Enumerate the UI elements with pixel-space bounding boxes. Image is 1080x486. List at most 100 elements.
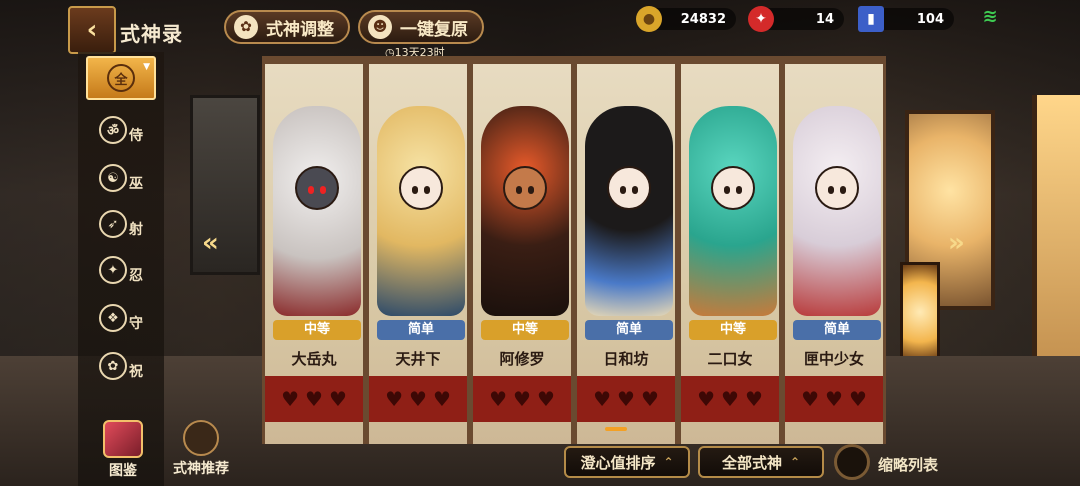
panel-frame: [369, 56, 467, 64]
heart-icon: ♥: [513, 387, 531, 411]
doll-icon: ☻: [368, 15, 392, 39]
red-ticket-icon: ✦: [748, 6, 774, 32]
difficulty-badge: 中等: [481, 320, 569, 340]
character-face: [503, 166, 547, 210]
background-window: [190, 95, 260, 275]
difficulty-badge: 简单: [377, 320, 465, 340]
compact-list-toggle[interactable]: [834, 444, 870, 480]
heart-icon: ♥: [489, 387, 508, 411]
shikigami-card[interactable]: 中等 二口女 ♥ ♥ ♥: [678, 56, 782, 444]
guardian-icon: ❖: [99, 304, 127, 332]
blue-ticket-icon: ▮: [858, 6, 884, 32]
sidebar-item-blessing[interactable]: ✿ 祝: [86, 344, 156, 388]
heart-icon: ♥: [593, 387, 612, 411]
favor-hearts: ♥ ♥ ♥: [681, 376, 779, 422]
next-page-arrow[interactable]: »: [948, 228, 965, 258]
sidebar-item-label: 忍: [129, 268, 143, 284]
heart-icon: ♥: [697, 387, 716, 411]
difficulty-badge: 中等: [273, 320, 361, 340]
favor-hearts: ♥ ♥ ♥: [369, 376, 467, 422]
filter-label: 全部式神: [721, 453, 782, 472]
sidebar-item-label: 射: [129, 222, 143, 238]
character-name: 匣中少女: [803, 350, 864, 368]
page-title: 式神录: [120, 22, 183, 46]
sidebar-item-all[interactable]: ▼ 全: [86, 56, 156, 100]
character-portrait: [273, 106, 361, 316]
sort-button[interactable]: 澄心值排序 ⌃: [564, 446, 690, 478]
recommend-button[interactable]: 式神推荐: [166, 420, 236, 478]
gold-counter[interactable]: ● 24832: [636, 6, 736, 32]
gold-value: 24832: [680, 11, 726, 27]
heart-icon: ♥: [305, 387, 323, 411]
heart-icon: ♥: [721, 387, 739, 411]
fox-mask-icon: ✿: [234, 15, 258, 39]
shaman-icon: ☯: [99, 164, 127, 192]
difficulty-badge: 中等: [689, 320, 777, 340]
character-name: 阿修罗: [499, 350, 545, 368]
heart-icon: ♥: [432, 387, 451, 411]
shikigami-folding-screen: 中等 大岳丸 ♥ ♥ ♥ 简单 天井下 ♥ ♥ ♥ 中等 阿修罗 ♥ ♥ ♥ 简单 日和坊 …: [262, 56, 892, 444]
heart-icon: ♥: [848, 387, 867, 411]
heart-icon: ♥: [281, 387, 300, 411]
blue-ticket-value: 104: [916, 11, 944, 27]
chevron-up-icon: ⌃: [789, 455, 801, 469]
sidebar-item-label: 守: [129, 316, 143, 332]
heart-icon: ♥: [328, 387, 347, 411]
sidebar-item-label: 侍: [129, 128, 143, 144]
character-face: [815, 166, 859, 210]
reset-label: 一键复原: [400, 19, 468, 40]
heart-icon: ♥: [536, 387, 555, 411]
blue-ticket-counter[interactable]: ▮ 104: [858, 6, 954, 32]
sidebar-item-archer[interactable]: ➶ 射: [86, 202, 156, 246]
heart-icon: ♥: [825, 387, 843, 411]
sidebar-item-label: 祝: [129, 364, 143, 380]
sidebar-item-guardian[interactable]: ❖ 守: [86, 296, 156, 340]
illustrated-label: 图鉴: [109, 463, 137, 479]
all-icon: 全: [107, 64, 135, 92]
compact-list-label: 缩略列表: [878, 456, 939, 474]
heart-icon: ♥: [744, 387, 763, 411]
heart-icon: ♥: [385, 387, 404, 411]
panel-frame: [577, 56, 675, 64]
character-portrait: [793, 106, 881, 316]
one-click-reset-button[interactable]: ☻ 一键复原: [358, 10, 484, 44]
character-name: 日和坊: [603, 350, 649, 368]
red-ticket-counter[interactable]: ✦ 14: [748, 6, 844, 32]
panel-frame: [681, 56, 779, 64]
favor-hearts: ♥ ♥ ♥: [785, 376, 883, 422]
sidebar-item-ninja[interactable]: ✦ 忍: [86, 248, 156, 292]
character-face: [295, 166, 339, 210]
shikigami-card[interactable]: 简单 天井下 ♥ ♥ ♥: [366, 56, 470, 444]
adjust-shikigami-button[interactable]: ✿ 式神调整: [224, 10, 350, 44]
blessing-icon: ✿: [99, 352, 127, 380]
difficulty-badge: 简单: [585, 320, 673, 340]
sidebar-item-label: 巫: [129, 176, 143, 192]
panel-frame: [785, 56, 883, 64]
page-indicator: [605, 427, 627, 431]
panel-frame: [265, 56, 363, 64]
filter-button[interactable]: 全部式神 ⌃: [698, 446, 824, 478]
difficulty-badge: 简单: [793, 320, 881, 340]
shikigami-card[interactable]: 简单 日和坊 ♥ ♥ ♥: [574, 56, 678, 444]
sidebar-item-attendant[interactable]: ॐ 侍: [86, 108, 156, 152]
shikigami-card[interactable]: 简单 匣中少女 ♥ ♥ ♥: [782, 56, 886, 444]
heart-icon: ♥: [617, 387, 635, 411]
character-name: 大岳丸: [291, 350, 337, 368]
character-face: [607, 166, 651, 210]
character-portrait: [377, 106, 465, 316]
gold-coin-icon: ●: [636, 6, 662, 32]
shikigami-card[interactable]: 中等 大岳丸 ♥ ♥ ♥: [262, 56, 366, 444]
character-name: 二口女: [707, 350, 753, 368]
panel-frame: [473, 56, 571, 64]
illustrated-book-button[interactable]: 图鉴: [88, 420, 158, 480]
shikigami-card[interactable]: 中等 阿修罗 ♥ ♥ ♥: [470, 56, 574, 444]
character-face: [711, 166, 755, 210]
character-face: [399, 166, 443, 210]
back-arrow-icon: ‹: [86, 15, 98, 45]
ninja-icon: ✦: [99, 256, 127, 284]
sidebar-item-shaman[interactable]: ☯ 巫: [86, 156, 156, 200]
wifi-icon: ≋: [982, 6, 998, 27]
heart-icon: ♥: [801, 387, 820, 411]
back-button[interactable]: ‹: [68, 6, 116, 54]
prev-page-arrow[interactable]: «: [202, 228, 219, 258]
